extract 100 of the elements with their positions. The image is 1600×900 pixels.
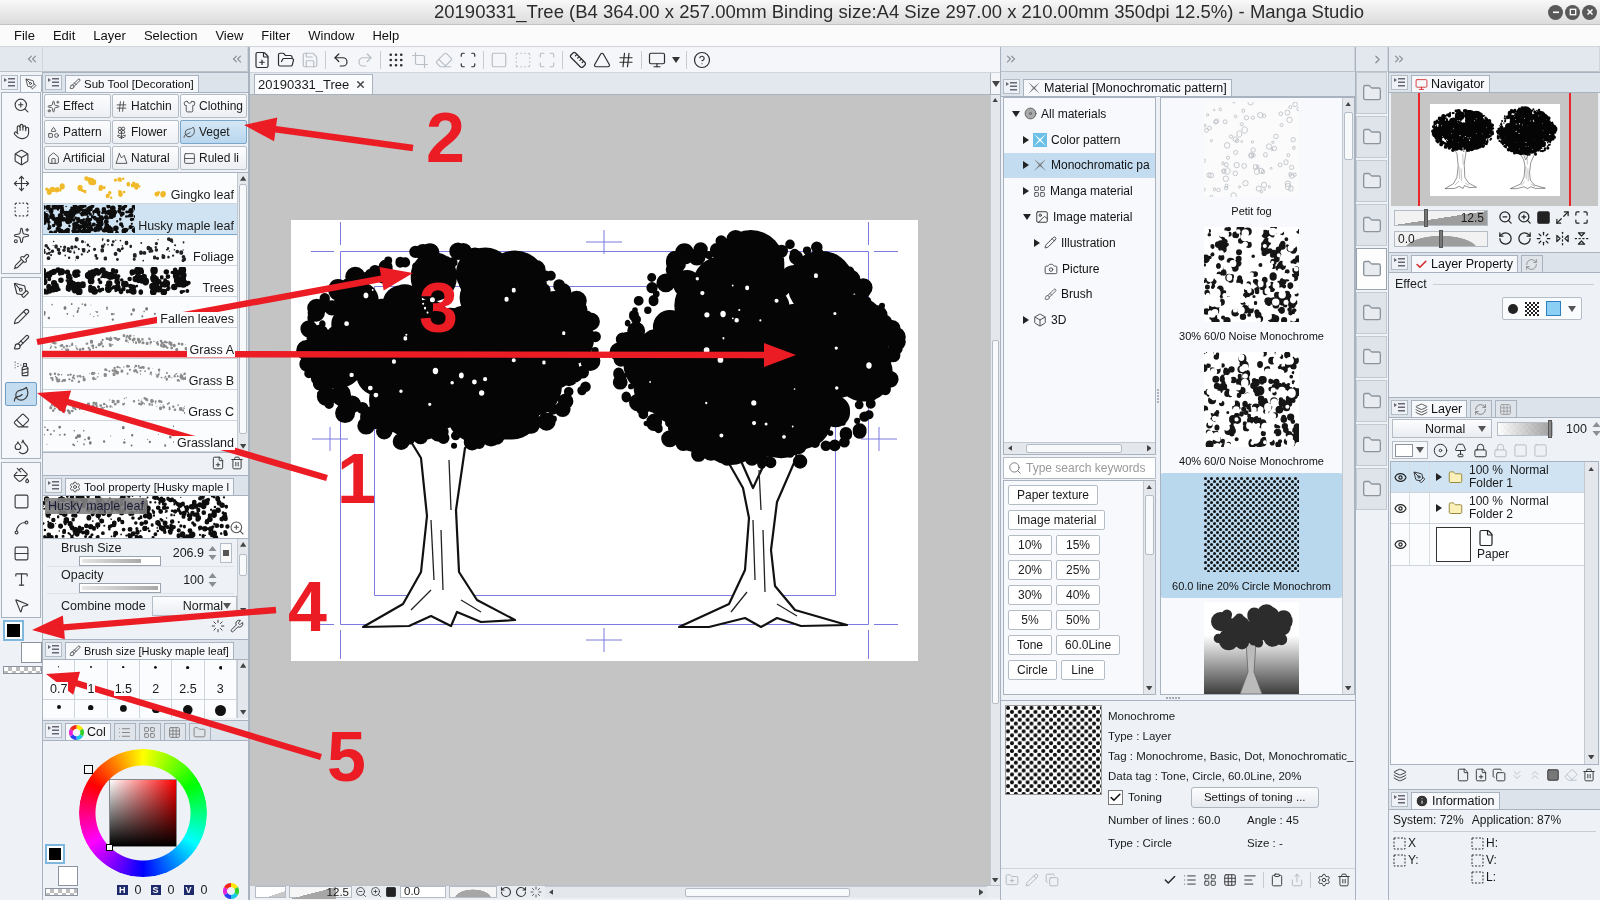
menu-item[interactable]: Filter — [252, 26, 300, 45]
category-button[interactable]: Artificial — [44, 146, 111, 170]
rotation-field[interactable] — [449, 886, 497, 898]
square-icon[interactable] — [1536, 210, 1551, 225]
panel-tab[interactable]: Information — [1411, 792, 1500, 809]
category-button[interactable]: Natural — [112, 146, 179, 170]
scroll-down-icon[interactable] — [1588, 754, 1595, 760]
scrollbar-thumb[interactable] — [1344, 112, 1353, 160]
brush-list-item[interactable]: Gingko leaf — [43, 173, 237, 204]
caret-icon[interactable] — [1568, 305, 1576, 312]
tag-button[interactable]: 60.0Line — [1056, 635, 1121, 655]
material-shortcut-button[interactable] — [1356, 248, 1387, 290]
panel-tab[interactable] — [20, 75, 42, 92]
checker-icon[interactable] — [1525, 301, 1539, 316]
scrollbar-thumb[interactable] — [239, 554, 247, 576]
wrench-icon[interactable] — [230, 618, 244, 633]
horizontal-scrollbar[interactable] — [1004, 442, 1155, 454]
brush-size-option[interactable] — [204, 700, 237, 718]
caret-right-icon[interactable] — [1023, 187, 1029, 196]
tree-item[interactable]: Monochromatic pa — [1004, 152, 1155, 179]
menu-item[interactable]: File — [5, 26, 44, 45]
material-item[interactable]: 60.0 line 20% Circle Monochrom — [1161, 473, 1342, 598]
material-shortcut-button[interactable] — [1356, 160, 1387, 202]
panel-tab[interactable]: Material [Monochromatic pattern] — [1023, 79, 1232, 96]
zoom-out-icon[interactable] — [1498, 210, 1513, 225]
tag-button[interactable]: Paper texture — [1008, 485, 1099, 505]
brush-list-item[interactable]: Trees — [43, 266, 237, 297]
status-field[interactable] — [255, 886, 286, 898]
panel-tab[interactable]: Navigator — [1411, 75, 1490, 92]
vertical-scrollbar[interactable] — [1143, 481, 1155, 694]
vertical-scrollbar[interactable] — [1342, 98, 1354, 694]
trash-icon[interactable] — [1337, 872, 1351, 887]
navigator-view[interactable] — [1391, 93, 1598, 206]
menu-item[interactable]: Window — [299, 26, 364, 45]
panel-tab[interactable] — [188, 723, 211, 740]
layer-color-dropdown[interactable] — [1392, 441, 1428, 459]
panel-tab[interactable]: Sub Tool [Decoration] — [65, 75, 199, 92]
triangle-icon[interactable] — [593, 50, 611, 69]
brush-list-item[interactable]: Fallen leaves — [43, 297, 237, 328]
open-folder-icon[interactable] — [277, 50, 295, 69]
layers-icon[interactable] — [1393, 768, 1407, 782]
menu-item[interactable]: Selection — [134, 26, 207, 45]
panel-menu-button[interactable] — [1391, 792, 1408, 807]
close-icon[interactable] — [355, 79, 367, 90]
lines-icon[interactable] — [1243, 872, 1257, 887]
caret-right-icon[interactable] — [1436, 504, 1442, 512]
scroll-up-icon[interactable] — [1345, 101, 1352, 107]
flip-horizontal-icon[interactable] — [1555, 231, 1570, 246]
lamp-icon[interactable] — [1453, 442, 1468, 458]
corner-brackets-icon[interactable] — [459, 50, 477, 69]
caret-down-icon[interactable] — [1023, 214, 1031, 221]
zoom-in-icon[interactable] — [1517, 210, 1532, 225]
grid-icon[interactable] — [1223, 872, 1237, 887]
page-icon[interactable] — [1456, 768, 1470, 782]
panel-tab[interactable]: Layer Property — [1411, 255, 1518, 272]
rotate-right-icon[interactable] — [1517, 231, 1532, 246]
category-button[interactable]: Veget — [180, 120, 247, 144]
scroll-down-icon[interactable] — [239, 444, 247, 449]
category-button[interactable]: Clothing — [180, 94, 247, 118]
tree-item[interactable]: Image material — [1004, 204, 1155, 230]
scrollbar-thumb[interactable] — [1026, 444, 1122, 453]
menu-item[interactable]: Edit — [43, 26, 85, 45]
slider-handle[interactable] — [1548, 419, 1552, 438]
visibility-toggle[interactable] — [1391, 524, 1410, 565]
caret-right-icon[interactable] — [1023, 316, 1029, 325]
tag-button[interactable]: 50% — [1056, 610, 1100, 630]
category-button[interactable]: Hatchin — [112, 94, 179, 118]
settings-icon[interactable] — [1317, 872, 1331, 887]
close-button[interactable] — [1582, 4, 1597, 20]
effect-buttons[interactable] — [1502, 297, 1582, 320]
dots-icon[interactable] — [387, 50, 405, 69]
zoom-in-icon[interactable] — [229, 520, 245, 536]
splitter-grip-icon[interactable] — [1166, 696, 1180, 699]
scroll-up-icon[interactable] — [1588, 466, 1595, 472]
main-color-swatch[interactable] — [45, 844, 65, 864]
rotate-right-icon[interactable] — [515, 886, 527, 898]
tag-button[interactable]: Line — [1060, 660, 1105, 680]
rotate-left-icon[interactable] — [500, 886, 512, 898]
panel-menu-button[interactable] — [45, 642, 62, 657]
scrollbar-thumb[interactable] — [239, 184, 247, 434]
slider-handle[interactable] — [1439, 229, 1443, 248]
hue-handle[interactable] — [83, 764, 93, 774]
tree-item[interactable]: Picture — [1004, 255, 1155, 282]
circle-icon[interactable] — [1508, 303, 1518, 314]
scrollbar-thumb[interactable] — [1145, 495, 1154, 555]
tool-button[interactable] — [5, 382, 37, 406]
material-item[interactable]: 30% 60/0 Noise Monochrome — [1161, 223, 1342, 348]
visibility-toggle[interactable] — [1391, 493, 1410, 523]
menu-item[interactable]: View — [206, 26, 253, 45]
spinner-icon[interactable] — [207, 572, 217, 588]
hash-icon[interactable] — [617, 50, 635, 69]
horizontal-scrollbar[interactable] — [545, 886, 987, 898]
tag-button[interactable]: 40% — [1056, 585, 1100, 605]
panel-menu-button[interactable] — [1391, 400, 1408, 415]
scroll-up-icon[interactable] — [992, 97, 999, 103]
scroll-up-icon[interactable] — [1146, 484, 1153, 490]
monitor-icon[interactable] — [648, 50, 666, 69]
panel-menu-button[interactable] — [1003, 79, 1020, 94]
scroll-up-icon[interactable] — [239, 176, 247, 181]
category-button[interactable]: Ruled li — [180, 146, 247, 170]
